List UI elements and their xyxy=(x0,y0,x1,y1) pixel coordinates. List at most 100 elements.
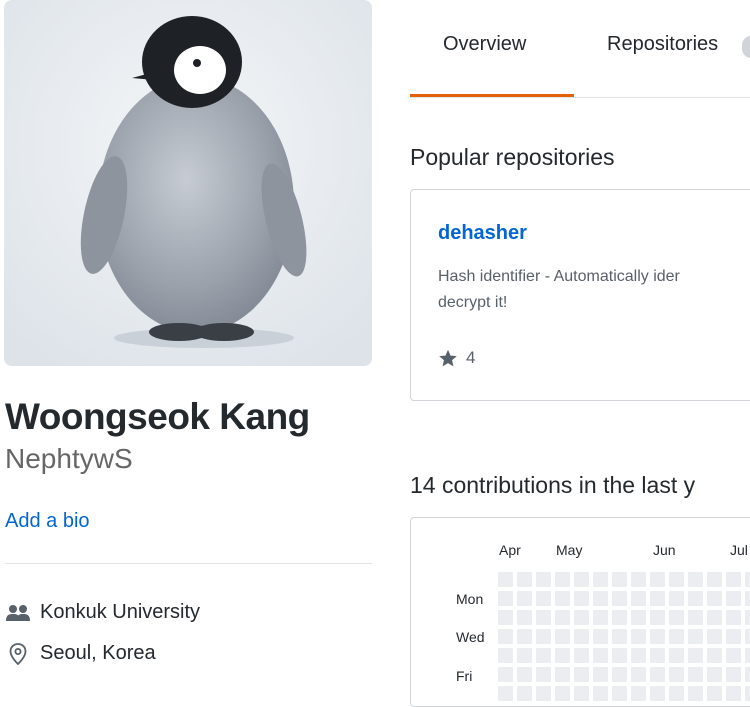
contribution-cell[interactable] xyxy=(593,667,608,682)
contribution-cell[interactable] xyxy=(669,610,684,625)
contribution-cell[interactable] xyxy=(707,648,722,663)
contribution-cell[interactable] xyxy=(745,610,750,625)
contribution-cell[interactable] xyxy=(631,629,646,644)
contribution-cell[interactable] xyxy=(650,667,665,682)
contribution-cell[interactable] xyxy=(612,610,627,625)
contribution-cell[interactable] xyxy=(612,686,627,701)
contribution-cell[interactable] xyxy=(707,686,722,701)
contribution-cell[interactable] xyxy=(745,686,750,701)
contribution-cell[interactable] xyxy=(650,572,665,587)
contribution-cell[interactable] xyxy=(631,591,646,606)
contribution-cell[interactable] xyxy=(726,610,741,625)
contribution-cell[interactable] xyxy=(536,591,551,606)
contribution-cell[interactable] xyxy=(669,686,684,701)
contribution-cell[interactable] xyxy=(650,591,665,606)
contribution-cell[interactable] xyxy=(688,610,703,625)
contribution-cell[interactable] xyxy=(555,572,570,587)
contribution-cell[interactable] xyxy=(555,667,570,682)
repo-name-link[interactable]: dehasher xyxy=(438,222,527,245)
contribution-cell[interactable] xyxy=(669,667,684,682)
contribution-cell[interactable] xyxy=(669,572,684,587)
contribution-cell[interactable] xyxy=(669,591,684,606)
contribution-cell[interactable] xyxy=(726,686,741,701)
contribution-cell[interactable] xyxy=(650,686,665,701)
contribution-cell[interactable] xyxy=(631,648,646,663)
contribution-cell[interactable] xyxy=(650,610,665,625)
contribution-cell[interactable] xyxy=(612,648,627,663)
contribution-cell[interactable] xyxy=(707,610,722,625)
tab-overview[interactable]: Overview xyxy=(443,33,526,56)
contribution-cell[interactable] xyxy=(517,686,532,701)
profile-avatar[interactable] xyxy=(4,0,372,366)
contribution-cell[interactable] xyxy=(536,667,551,682)
contribution-cell[interactable] xyxy=(574,648,589,663)
contribution-cell[interactable] xyxy=(612,591,627,606)
contribution-cell[interactable] xyxy=(688,572,703,587)
repo-stars-link[interactable]: 4 xyxy=(438,348,475,368)
contribution-cell[interactable] xyxy=(745,667,750,682)
contribution-cell[interactable] xyxy=(517,591,532,606)
contribution-cell[interactable] xyxy=(650,648,665,663)
contribution-cell[interactable] xyxy=(631,667,646,682)
contribution-cell[interactable] xyxy=(631,686,646,701)
contribution-cell[interactable] xyxy=(536,686,551,701)
contribution-cell[interactable] xyxy=(688,591,703,606)
contribution-cell[interactable] xyxy=(555,648,570,663)
add-bio-link[interactable]: Add a bio xyxy=(5,510,90,533)
contribution-cell[interactable] xyxy=(498,648,513,663)
contribution-cell[interactable] xyxy=(555,629,570,644)
contribution-cell[interactable] xyxy=(593,591,608,606)
contribution-cell[interactable] xyxy=(517,610,532,625)
contribution-cell[interactable] xyxy=(669,629,684,644)
contribution-cell[interactable] xyxy=(536,610,551,625)
contribution-cell[interactable] xyxy=(593,686,608,701)
contribution-cell[interactable] xyxy=(745,572,750,587)
contribution-cell[interactable] xyxy=(498,610,513,625)
contribution-cell[interactable] xyxy=(688,686,703,701)
contribution-cell[interactable] xyxy=(536,629,551,644)
contribution-cell[interactable] xyxy=(498,667,513,682)
contribution-cell[interactable] xyxy=(517,572,532,587)
contribution-cell[interactable] xyxy=(631,610,646,625)
contribution-cell[interactable] xyxy=(536,648,551,663)
contribution-cell[interactable] xyxy=(574,610,589,625)
contribution-cell[interactable] xyxy=(517,667,532,682)
contribution-cell[interactable] xyxy=(574,667,589,682)
contribution-cell[interactable] xyxy=(650,629,665,644)
contribution-cell[interactable] xyxy=(745,648,750,663)
contribution-cell[interactable] xyxy=(612,629,627,644)
contribution-cell[interactable] xyxy=(745,629,750,644)
contribution-cell[interactable] xyxy=(726,629,741,644)
contribution-cell[interactable] xyxy=(517,648,532,663)
contribution-cell[interactable] xyxy=(593,629,608,644)
contribution-cell[interactable] xyxy=(669,648,684,663)
contribution-cell[interactable] xyxy=(707,591,722,606)
contribution-cell[interactable] xyxy=(574,629,589,644)
contribution-cell[interactable] xyxy=(726,667,741,682)
contribution-cell[interactable] xyxy=(555,610,570,625)
contribution-cell[interactable] xyxy=(498,572,513,587)
contribution-cell[interactable] xyxy=(593,648,608,663)
contribution-cell[interactable] xyxy=(498,686,513,701)
contribution-cell[interactable] xyxy=(726,591,741,606)
contribution-cell[interactable] xyxy=(574,591,589,606)
contribution-cell[interactable] xyxy=(688,629,703,644)
contribution-cell[interactable] xyxy=(707,667,722,682)
contribution-cell[interactable] xyxy=(688,648,703,663)
contribution-cell[interactable] xyxy=(593,610,608,625)
contribution-cell[interactable] xyxy=(498,591,513,606)
contribution-cell[interactable] xyxy=(745,591,750,606)
contribution-cell[interactable] xyxy=(726,572,741,587)
contribution-cell[interactable] xyxy=(707,629,722,644)
contribution-cell[interactable] xyxy=(536,572,551,587)
contribution-cell[interactable] xyxy=(688,667,703,682)
contribution-cell[interactable] xyxy=(631,572,646,587)
contribution-cell[interactable] xyxy=(574,686,589,701)
contribution-cell[interactable] xyxy=(593,572,608,587)
contribution-cell[interactable] xyxy=(555,591,570,606)
contribution-cell[interactable] xyxy=(574,572,589,587)
contribution-cell[interactable] xyxy=(707,572,722,587)
contribution-cell[interactable] xyxy=(517,629,532,644)
contribution-cell[interactable] xyxy=(612,667,627,682)
contribution-cell[interactable] xyxy=(498,629,513,644)
